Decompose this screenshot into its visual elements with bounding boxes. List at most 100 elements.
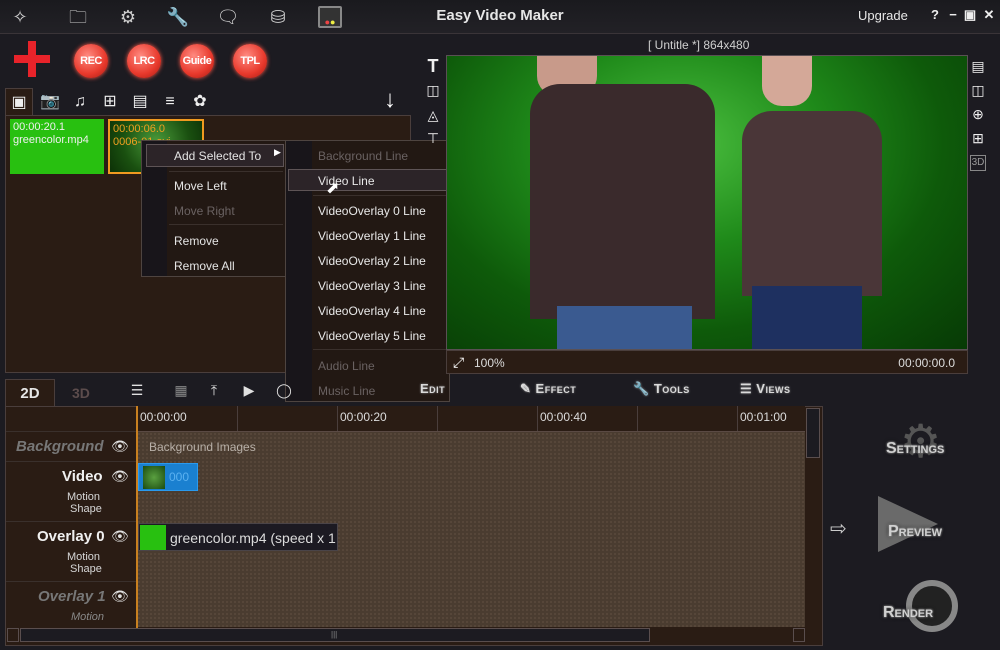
- submenu: Background Line Video Line VideoOverlay …: [285, 140, 450, 402]
- overlay-clip[interactable]: greencolor.mp4 (speed x 1: [138, 523, 338, 551]
- transition-icon: ⊞: [103, 93, 117, 110]
- guide-button[interactable]: Guide: [180, 44, 214, 78]
- track-sub-motion[interactable]: Motion: [67, 491, 100, 503]
- download-arrow-icon[interactable]: ↓: [384, 86, 396, 114]
- track-sub-motion[interactable]: Motion: [71, 611, 104, 623]
- rec-button[interactable]: REC: [74, 44, 108, 78]
- background-clip-label[interactable]: Background Images: [149, 440, 256, 454]
- tab-3d[interactable]: 3D: [72, 385, 90, 401]
- media-item[interactable]: 00:00:20.1 greencolor.mp4: [10, 119, 104, 174]
- music-tab[interactable]: ♫: [66, 88, 94, 115]
- gear-icon[interactable]: ⚙: [116, 6, 140, 28]
- settings-button[interactable]: ⚙ Settings: [880, 415, 960, 468]
- submenu-item-music-line[interactable]: Music Line: [318, 384, 375, 398]
- submenu-item-background-line[interactable]: Background Line: [318, 149, 408, 163]
- submenu-item-overlay-2[interactable]: VideoOverlay 2 Line: [318, 254, 426, 268]
- menu-item-move-left[interactable]: Move Left: [174, 179, 227, 193]
- track-label-video: Video: [62, 468, 103, 485]
- wand-icon[interactable]: ✧: [8, 6, 32, 28]
- submenu-item-audio-line[interactable]: Audio Line: [318, 359, 375, 373]
- render-button[interactable]: Render: [878, 580, 978, 635]
- submenu-item-overlay-4[interactable]: VideoOverlay 4 Line: [318, 304, 426, 318]
- align-center-v-icon[interactable]: ◫: [968, 80, 988, 100]
- submenu-item-overlay-0[interactable]: VideoOverlay 0 Line: [318, 204, 426, 218]
- eye-icon[interactable]: 👁: [111, 528, 129, 545]
- time-ruler[interactable]: 00:00:00 00:00:20 00:00:40 00:01:00: [137, 406, 805, 432]
- tpl-button[interactable]: TPL: [233, 44, 267, 78]
- tab-2d[interactable]: 2D: [5, 379, 55, 407]
- scroll-right-button[interactable]: [793, 628, 805, 642]
- scroll-left-button[interactable]: [7, 628, 19, 642]
- submenu-item-overlay-5[interactable]: VideoOverlay 5 Line: [318, 329, 426, 343]
- track-sub-motion[interactable]: Motion: [67, 551, 100, 563]
- woman-jeans: [752, 286, 862, 349]
- submenu-item-overlay-3[interactable]: VideoOverlay 3 Line: [318, 279, 426, 293]
- fullscreen-icon[interactable]: ⤢: [453, 354, 464, 371]
- maximize-button[interactable]: ▣: [963, 8, 977, 22]
- speech-bubble-icon[interactable]: 🗨: [216, 6, 240, 28]
- wrench-icon[interactable]: 🔧: [166, 6, 190, 28]
- menu-item-remove-all[interactable]: Remove All: [174, 259, 235, 273]
- move-up-icon[interactable]: ⤒: [204, 381, 224, 399]
- align-right-icon[interactable]: ◬: [423, 105, 443, 125]
- tools-menu[interactable]: 🔧 Tools: [633, 381, 690, 397]
- arrow-right-icon: ⇨: [830, 518, 847, 540]
- list-view-icon[interactable]: ☰: [127, 381, 147, 399]
- align-center-icon[interactable]: ⊕: [968, 104, 988, 124]
- track-sub-shape[interactable]: Shape: [70, 503, 102, 515]
- track-sub-shape[interactable]: Shape: [70, 563, 102, 575]
- track-label-overlay-0: Overlay 0: [37, 528, 105, 545]
- edit-menu[interactable]: Edit: [420, 381, 445, 396]
- minimize-button[interactable]: −: [946, 8, 960, 22]
- playlist-tab[interactable]: ≡: [156, 88, 184, 115]
- ruler-label: 00:00:40: [540, 410, 587, 424]
- preview-timecode: 00:00:00.0: [898, 356, 955, 370]
- align-left-icon[interactable]: ◫: [423, 80, 443, 100]
- menu-item-add-selected-to[interactable]: Add Selected To: [174, 149, 261, 163]
- menu-item-remove[interactable]: Remove: [174, 234, 219, 248]
- video-clip[interactable]: 000: [138, 463, 198, 491]
- effect-menu[interactable]: ✎ Effect: [520, 381, 576, 397]
- zoom-level: 100%: [474, 356, 505, 370]
- close-button[interactable]: ✕: [982, 8, 996, 22]
- vertical-scrollbar[interactable]: [806, 408, 820, 458]
- eye-icon[interactable]: 👁: [111, 438, 129, 455]
- views-menu[interactable]: ☰ Views: [740, 381, 790, 397]
- align-center-h-icon[interactable]: ▤: [968, 56, 988, 76]
- image-tab[interactable]: ▤: [126, 88, 154, 115]
- align-top-icon[interactable]: ⊤: [423, 128, 443, 148]
- woman-head: [762, 56, 812, 106]
- 3d-icon[interactable]: 3D: [970, 155, 986, 171]
- folder-icon[interactable]: 🗀: [66, 6, 90, 28]
- preview-button[interactable]: Preview: [878, 496, 973, 554]
- add-media-button[interactable]: [14, 41, 50, 77]
- horizontal-scrollbar[interactable]: |||: [20, 628, 650, 642]
- playhead[interactable]: [136, 406, 138, 628]
- grid-view-icon[interactable]: ▦: [171, 381, 191, 399]
- woman-shirt: [742, 111, 882, 296]
- document-title: [ Untitle *] 864x480: [648, 38, 750, 52]
- help-button[interactable]: ?: [928, 8, 942, 22]
- submenu-arrow-icon: ▶: [274, 147, 281, 157]
- clip-label: greencolor.mp4 (speed x 1: [170, 530, 336, 546]
- video-tab[interactable]: ▣: [5, 88, 33, 115]
- pencil-icon: ✎: [520, 381, 532, 396]
- eye-icon[interactable]: 👁: [111, 588, 129, 605]
- transition-tab[interactable]: ⊞: [96, 88, 124, 115]
- submenu-item-overlay-1[interactable]: VideoOverlay 1 Line: [318, 229, 426, 243]
- upgrade-link[interactable]: Upgrade: [858, 8, 908, 23]
- lrc-button[interactable]: LRC: [127, 44, 161, 78]
- photo-tab[interactable]: 📷: [36, 88, 64, 115]
- puzzle-tab[interactable]: ✿: [186, 88, 214, 115]
- database-icon[interactable]: ⛁: [266, 6, 290, 28]
- grid-icon[interactable]: ⊞: [968, 128, 988, 148]
- playlist-icon: ≡: [165, 93, 175, 110]
- menu-item-move-right[interactable]: Move Right: [174, 204, 235, 218]
- text-icon[interactable]: T: [423, 56, 443, 76]
- track-label-background: Background: [16, 438, 104, 455]
- play-icon[interactable]: ▶: [239, 381, 259, 399]
- circle-tool-icon[interactable]: ◯: [274, 381, 294, 399]
- color-palette-icon[interactable]: ●●: [318, 6, 342, 28]
- eye-icon[interactable]: 👁: [111, 468, 129, 485]
- video-preview[interactable]: [446, 55, 968, 350]
